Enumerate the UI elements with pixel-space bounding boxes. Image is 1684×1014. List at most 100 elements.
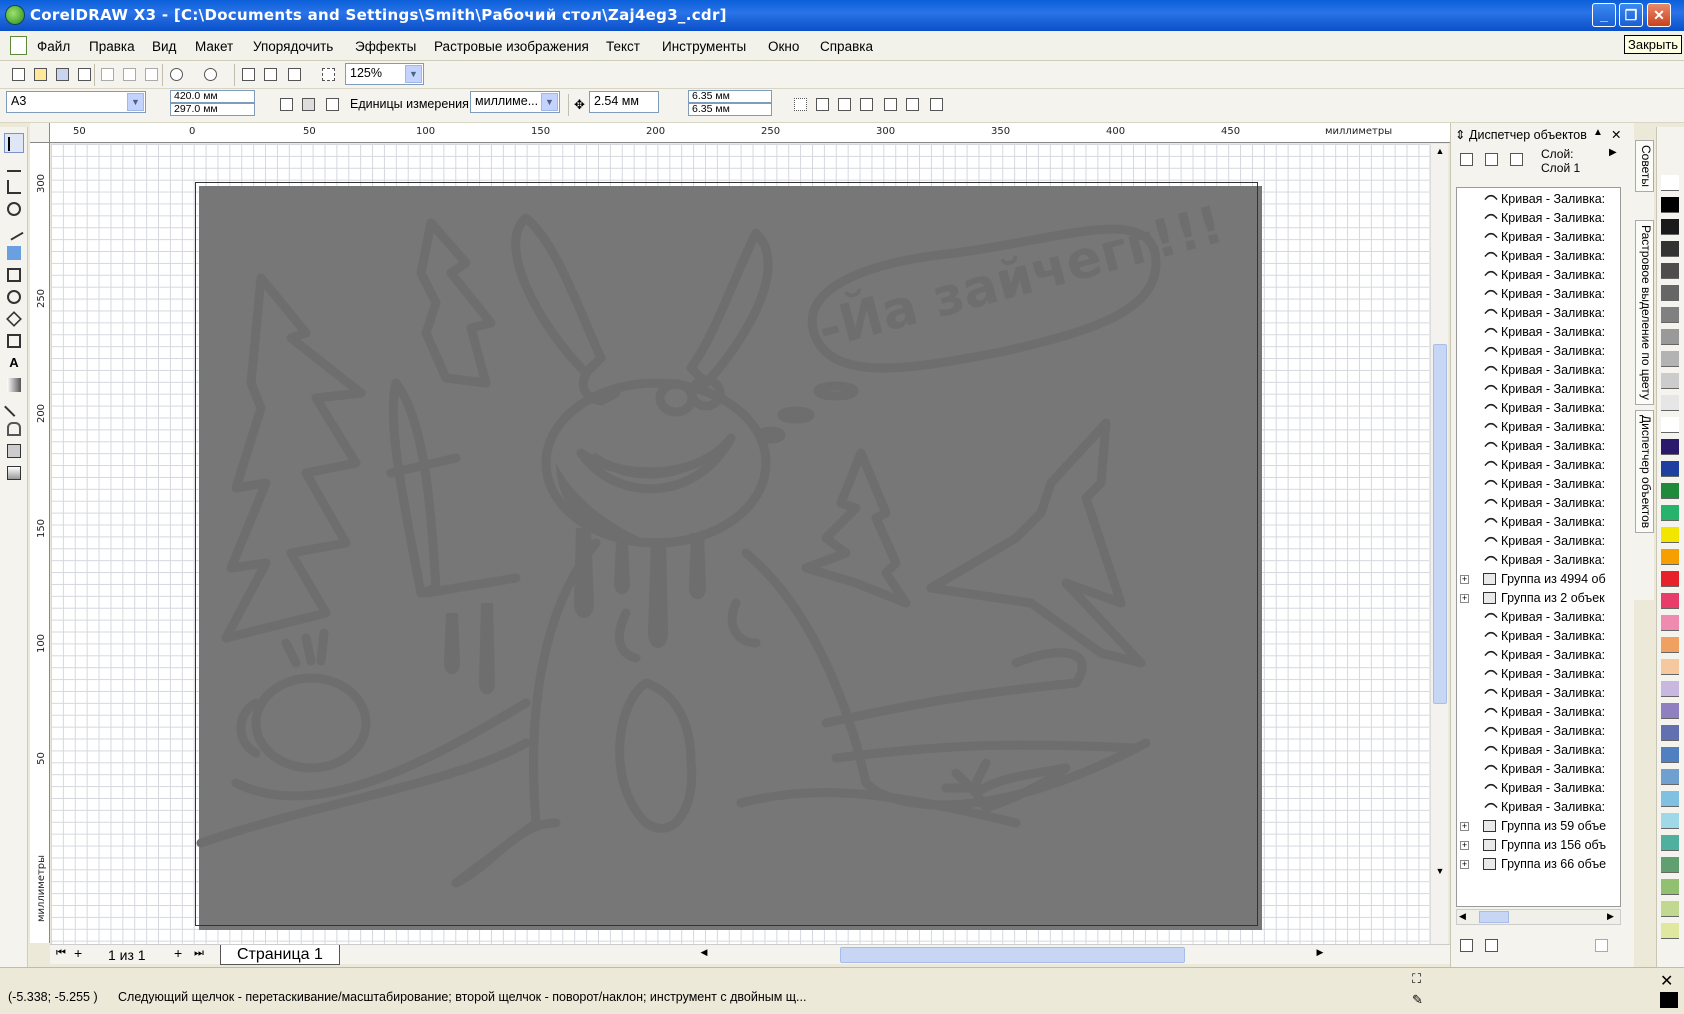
add-page-after-icon[interactable]: +: [174, 945, 182, 961]
chevron-down-icon[interactable]: ▼: [541, 93, 558, 111]
close-button[interactable]: ✕: [1647, 3, 1671, 27]
palette-swatch[interactable]: [1661, 659, 1679, 675]
tree-row-curve[interactable]: Кривая - Заливка:: [1457, 418, 1620, 437]
freehand-tool-icon[interactable]: [4, 221, 24, 241]
paste-icon[interactable]: [141, 64, 161, 84]
tree-row-curve[interactable]: Кривая - Заливка:: [1457, 627, 1620, 646]
tree-row-curve[interactable]: Кривая - Заливка:: [1457, 646, 1620, 665]
docker-collapse-icon[interactable]: ▲: [1593, 127, 1603, 138]
horizontal-scroll-thumb[interactable]: [840, 947, 1185, 963]
redo-icon[interactable]: [200, 64, 220, 84]
palette-swatch[interactable]: [1661, 307, 1679, 323]
tree-row-group[interactable]: + Группа из 59 объе: [1457, 817, 1620, 836]
page-tab[interactable]: Страница 1: [220, 945, 340, 965]
tree-row-curve[interactable]: Кривая - Заливка:: [1457, 304, 1620, 323]
rectangle-tool-icon[interactable]: [4, 265, 24, 285]
tree-row-group[interactable]: + Группа из 2 объек: [1457, 589, 1620, 608]
minimize-button[interactable]: _: [1592, 3, 1616, 27]
palette-swatch[interactable]: [1661, 725, 1679, 741]
show-properties-icon[interactable]: [1456, 149, 1476, 169]
tree-row-curve[interactable]: Кривая - Заливка:: [1457, 551, 1620, 570]
tree-row-group[interactable]: + Группа из 4994 об: [1457, 570, 1620, 589]
palette-swatch[interactable]: [1661, 373, 1679, 389]
palette-swatch[interactable]: [1661, 505, 1679, 521]
new-icon[interactable]: [8, 64, 28, 84]
open-icon[interactable]: [30, 64, 50, 84]
docker-close-icon[interactable]: ✕: [1611, 127, 1621, 142]
palette-swatch[interactable]: [1661, 483, 1679, 499]
restore-button[interactable]: ❐: [1619, 3, 1643, 27]
tree-row-curve[interactable]: Кривая - Заливка:: [1457, 684, 1620, 703]
page-height-field[interactable]: 297.0 мм: [170, 103, 255, 116]
pick-tool-icon[interactable]: [4, 133, 24, 153]
palette-swatch[interactable]: [1661, 879, 1679, 895]
menu-help[interactable]: Справка: [820, 39, 873, 54]
options-icon[interactable]: [926, 94, 946, 114]
units-combo[interactable]: миллиме... ▼: [470, 91, 560, 113]
palette-swatch[interactable]: [1661, 417, 1679, 433]
tree-row-curve[interactable]: Кривая - Заливка:: [1457, 437, 1620, 456]
zoom-combo[interactable]: 125% ▼: [345, 63, 424, 85]
tree-row-curve[interactable]: Кривая - Заливка:: [1457, 741, 1620, 760]
all-pages-icon[interactable]: [322, 94, 342, 114]
tree-row-curve[interactable]: Кривая - Заливка:: [1457, 190, 1620, 209]
print-icon[interactable]: [74, 64, 94, 84]
expand-icon[interactable]: +: [1460, 594, 1469, 603]
tab-bitmap-color-mask[interactable]: Растровое выделение по цвету: [1635, 220, 1654, 405]
tree-row-curve[interactable]: Кривая - Заливка:: [1457, 608, 1620, 627]
duplicate-x-field[interactable]: 6.35 мм: [688, 90, 772, 103]
horizontal-ruler[interactable]: 50 0 50 100 150 200 250 300 350 400 450 …: [50, 123, 1450, 143]
treat-as-filled-icon[interactable]: [880, 94, 900, 114]
interactive-blend-tool-icon[interactable]: [4, 375, 24, 395]
scroll-down-icon[interactable]: ▼: [1433, 866, 1447, 880]
ellipse-tool-icon[interactable]: [4, 287, 24, 307]
new-master-layer-icon[interactable]: [1481, 935, 1501, 955]
palette-swatch[interactable]: [1661, 329, 1679, 345]
fill-indicator-icon[interactable]: ⛶: [1412, 971, 1421, 987]
palette-swatch[interactable]: [1661, 593, 1679, 609]
copy-icon[interactable]: [119, 64, 139, 84]
tree-row-curve[interactable]: Кривая - Заливка:: [1457, 760, 1620, 779]
duplicate-y-field[interactable]: 6.35 мм: [688, 103, 772, 116]
save-icon[interactable]: [52, 64, 72, 84]
expand-icon[interactable]: +: [1460, 841, 1469, 850]
title-bar[interactable]: CorelDRAW X3 - [C:\Documents and Setting…: [0, 0, 1684, 31]
docker-menu-flyout-icon[interactable]: ▶: [1609, 147, 1617, 158]
tree-row-group[interactable]: + Группа из 156 объ: [1457, 836, 1620, 855]
no-fill-icon[interactable]: ✕: [1660, 971, 1673, 991]
tree-row-curve[interactable]: Кривая - Заливка:: [1457, 399, 1620, 418]
docker-grip-icon[interactable]: ⇕: [1455, 127, 1465, 142]
tree-row-curve[interactable]: Кривая - Заливка:: [1457, 323, 1620, 342]
outline-color-swatch[interactable]: [1660, 992, 1678, 1008]
menu-view[interactable]: Вид: [152, 39, 176, 54]
palette-swatch[interactable]: [1661, 857, 1679, 873]
menu-edit[interactable]: Правка: [89, 39, 135, 54]
landscape-icon[interactable]: [298, 94, 318, 114]
export-icon[interactable]: [260, 64, 280, 84]
palette-swatch[interactable]: [1661, 263, 1679, 279]
tree-row-curve[interactable]: Кривая - Заливка:: [1457, 361, 1620, 380]
application-launcher-icon[interactable]: [284, 64, 304, 84]
tree-row-curve[interactable]: Кривая - Заливка:: [1457, 722, 1620, 741]
palette-swatch[interactable]: [1661, 923, 1679, 939]
snap-objects-icon[interactable]: [834, 94, 854, 114]
layer-manager-view-icon[interactable]: [1506, 149, 1526, 169]
import-icon[interactable]: [238, 64, 258, 84]
edit-across-layers-icon[interactable]: [1481, 149, 1501, 169]
tab-tips[interactable]: Советы: [1635, 140, 1654, 192]
palette-swatch[interactable]: [1661, 615, 1679, 631]
menu-window[interactable]: Окно: [768, 39, 799, 54]
paper-size-combo[interactable]: A3 ▼: [6, 91, 146, 113]
tree-row-curve[interactable]: Кривая - Заливка:: [1457, 494, 1620, 513]
menu-arrange[interactable]: Упорядочить: [253, 39, 333, 54]
menu-file[interactable]: Файл: [37, 39, 70, 54]
snap-guidelines-icon[interactable]: [812, 94, 832, 114]
palette-swatch[interactable]: [1661, 681, 1679, 697]
tree-scroll-right-icon[interactable]: ▶: [1607, 911, 1614, 922]
palette-swatch[interactable]: [1661, 351, 1679, 367]
vertical-scroll-thumb[interactable]: [1433, 344, 1447, 704]
speech-bubble-text[interactable]: -Йа зайчегг!!!: [812, 194, 1230, 361]
crop-tool-icon[interactable]: [4, 177, 24, 197]
palette-swatch[interactable]: [1661, 791, 1679, 807]
last-page-icon[interactable]: ⏭: [194, 947, 204, 960]
